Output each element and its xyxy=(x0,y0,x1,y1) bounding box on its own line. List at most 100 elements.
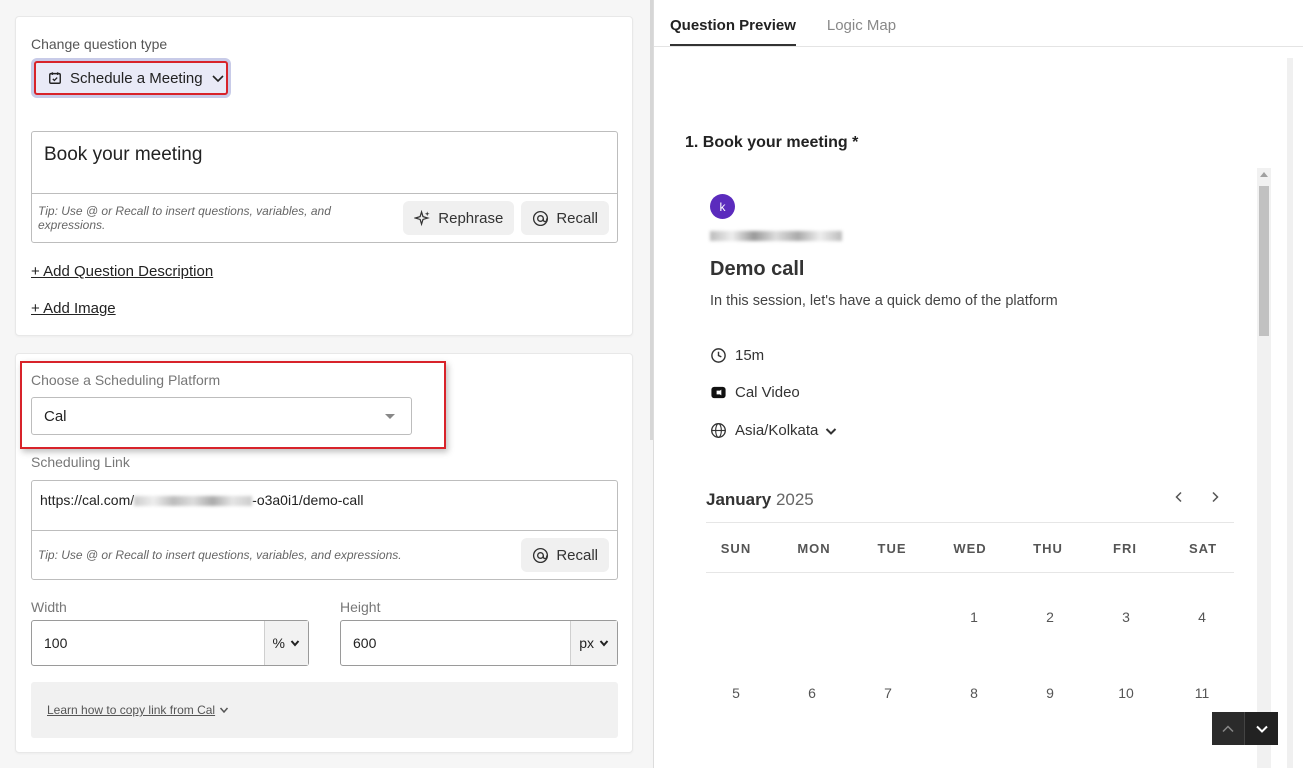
width-input[interactable]: 100 xyxy=(32,635,264,651)
recall-label: Recall xyxy=(556,209,598,227)
event-duration: 15m xyxy=(710,347,764,364)
height-field: 600 px xyxy=(340,620,618,666)
scheduling-link-editor: https://cal.com/ -o3a0i1/demo-call Tip: U… xyxy=(31,480,618,580)
width-field: 100 % xyxy=(31,620,309,666)
platform-select[interactable]: Cal xyxy=(31,397,412,435)
weekday-sun: SUN xyxy=(720,541,752,556)
height-input[interactable]: 600 xyxy=(341,635,570,651)
preview-scrollbar[interactable] xyxy=(1287,58,1293,768)
timezone-select[interactable]: Asia/Kolkata xyxy=(710,422,846,439)
calendar-day[interactable]: 8 xyxy=(936,685,1012,701)
preview-tabs: Question Preview Logic Map xyxy=(670,0,927,46)
question-card: Change question type Schedule a Meeting … xyxy=(15,16,633,336)
calendar-day[interactable]: 3 xyxy=(1088,609,1164,625)
calendar-day[interactable]: 7 xyxy=(850,685,926,701)
question-text-editor: Book your meeting Tip: Use @ or Recall t… xyxy=(31,131,618,243)
question-type-button[interactable]: Schedule a Meeting xyxy=(34,61,228,95)
question-type-label: Schedule a Meeting xyxy=(70,69,203,87)
prev-question-button[interactable] xyxy=(1212,712,1245,745)
avatar: k xyxy=(710,194,735,219)
chevron-down-icon xyxy=(290,640,300,647)
calendar-day[interactable]: 10 xyxy=(1088,685,1164,701)
calendar-check-icon xyxy=(49,72,61,84)
scheduling-link-label: Scheduling Link xyxy=(31,454,130,470)
next-month-icon[interactable] xyxy=(1208,490,1222,504)
at-icon xyxy=(533,210,549,226)
sparkle-icon xyxy=(414,209,431,226)
height-unit-select[interactable]: px xyxy=(570,621,617,665)
redacted-username xyxy=(134,496,253,507)
preview-question-title: 1. Book your meeting * xyxy=(685,134,859,151)
width-unit: % xyxy=(272,635,285,651)
question-nav-buttons xyxy=(1212,712,1279,745)
clock-icon xyxy=(711,348,726,363)
embed-scrollbar[interactable] xyxy=(1257,168,1271,768)
recall-label: Recall xyxy=(556,546,598,564)
prev-month-icon[interactable] xyxy=(1172,490,1186,504)
link-prefix: https://cal.com/ xyxy=(40,492,135,508)
rephrase-button[interactable]: Rephrase xyxy=(403,201,515,235)
scheduling-link-input[interactable]: https://cal.com/ -o3a0i1/demo-call xyxy=(32,481,617,531)
scrollbar-thumb[interactable] xyxy=(1259,186,1269,336)
calendar-day[interactable]: 5 xyxy=(704,685,774,701)
link-suffix: -o3a0i1/demo-call xyxy=(252,492,364,508)
chevron-down-icon xyxy=(599,640,609,647)
recall-tip: Tip: Use @ or Recall to insert questions… xyxy=(38,204,331,232)
weekday-mon: MON xyxy=(797,541,831,556)
platform-value: Cal xyxy=(44,407,67,425)
calendar-day[interactable]: 11 xyxy=(1164,685,1240,701)
chevron-down-icon xyxy=(212,75,224,83)
calendar-day[interactable]: 6 xyxy=(774,685,850,701)
globe-icon xyxy=(711,423,726,438)
width-label: Width xyxy=(31,599,67,615)
redacted-host-name xyxy=(710,231,842,241)
event-title: Demo call xyxy=(710,258,805,280)
recall-tip: Tip: Use @ or Recall to insert questions… xyxy=(38,548,402,562)
question-editor-pane: Change question type Schedule a Meeting … xyxy=(0,0,650,768)
help-link-label: Learn how to copy link from Cal xyxy=(47,703,216,717)
video-icon xyxy=(711,386,726,399)
caret-down-icon xyxy=(385,414,395,419)
location-value: Cal Video xyxy=(735,384,800,401)
weekday-fri: FRI xyxy=(1113,541,1137,556)
weekday-wed: WED xyxy=(953,541,987,556)
timezone-value: Asia/Kolkata xyxy=(735,422,819,439)
calendar-month: January 2025 xyxy=(706,490,814,510)
rephrase-label: Rephrase xyxy=(438,209,504,227)
scroll-up-arrow[interactable] xyxy=(1260,172,1268,177)
chevron-down-icon xyxy=(220,707,229,714)
month-name: January xyxy=(706,490,772,509)
question-text-input[interactable]: Book your meeting xyxy=(32,132,617,194)
calendar-day[interactable]: 4 xyxy=(1164,609,1240,625)
change-type-label: Change question type xyxy=(31,36,168,52)
weekday-divider xyxy=(706,572,1234,573)
width-unit-select[interactable]: % xyxy=(263,621,308,665)
cal-embed: k Demo call In this session, let's have … xyxy=(704,168,1264,768)
chevron-down-icon xyxy=(1255,725,1268,733)
weekday-thu: THU xyxy=(1033,541,1063,556)
height-unit: px xyxy=(579,635,594,651)
calendar-day[interactable]: 9 xyxy=(1012,685,1088,701)
next-question-button[interactable] xyxy=(1245,712,1278,745)
preview-pane: Question Preview Logic Map 1. Book your … xyxy=(654,0,1303,768)
chevron-up-icon xyxy=(1222,724,1234,732)
height-label: Height xyxy=(340,599,381,615)
calendar-day[interactable]: 2 xyxy=(1012,609,1088,625)
cal-help-link[interactable]: Learn how to copy link from Cal xyxy=(31,682,618,738)
weekday-sat: SAT xyxy=(1188,541,1218,556)
month-year: 2025 xyxy=(775,490,814,509)
chevron-down-icon xyxy=(826,427,837,435)
duration-value: 15m xyxy=(735,347,765,364)
calendar-day[interactable]: 1 xyxy=(936,609,1012,625)
event-description: In this session, let's have a quick demo… xyxy=(710,293,1058,309)
add-image-link[interactable]: + Add Image xyxy=(31,300,116,317)
recall-button[interactable]: Recall xyxy=(521,538,609,572)
scheduling-card: Choose a Scheduling Platform Cal Schedul… xyxy=(15,353,633,753)
tab-underline xyxy=(654,46,1303,47)
calendar-divider xyxy=(706,522,1234,523)
at-icon xyxy=(533,547,549,563)
tab-logic-map[interactable]: Logic Map xyxy=(827,0,896,46)
recall-button[interactable]: Recall xyxy=(521,201,609,235)
tab-question-preview[interactable]: Question Preview xyxy=(670,0,796,46)
add-description-link[interactable]: + Add Question Description xyxy=(31,263,213,280)
